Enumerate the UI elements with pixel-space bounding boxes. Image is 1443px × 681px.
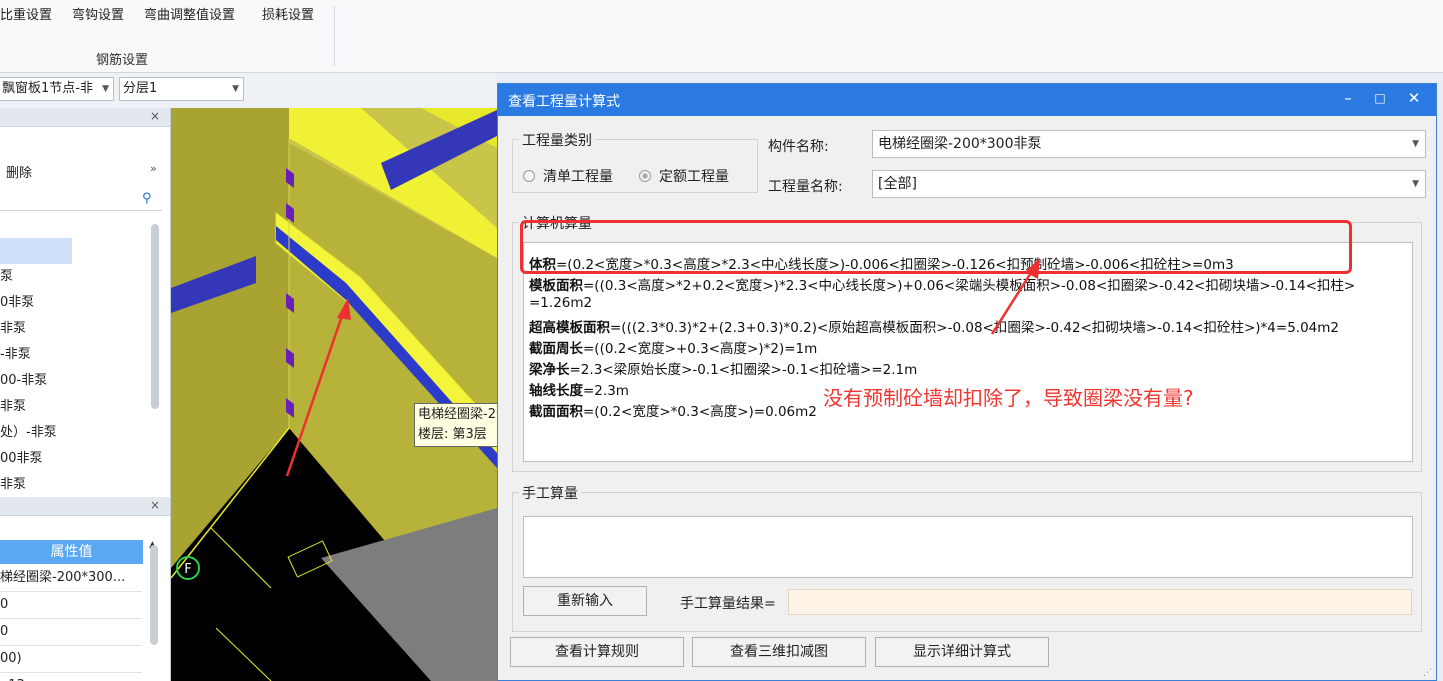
annotation-text: 没有预制砼墙却扣除了，导致圈梁没有量? xyxy=(823,386,1194,410)
annotation-arrows xyxy=(285,258,1040,477)
